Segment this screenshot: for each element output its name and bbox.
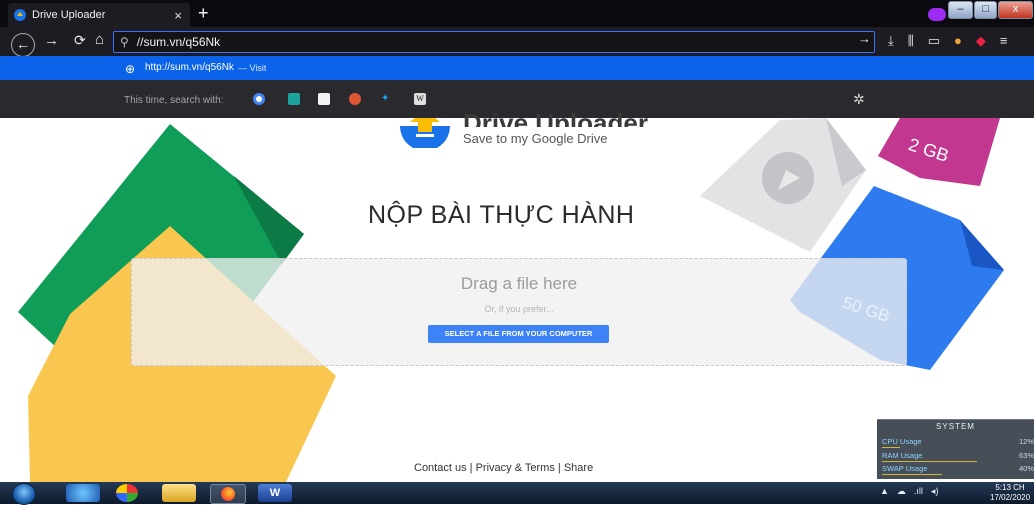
cpu-usage-bar [882, 447, 900, 448]
ram-usage-label: RAM Usage [882, 451, 923, 460]
network-icon[interactable]: ☁ [897, 486, 906, 497]
search-settings-gear-icon[interactable]: ✲ [853, 91, 865, 108]
suggestion-url[interactable]: http://sum.vn/q56Nk [145, 62, 234, 73]
tab-drive-uploader[interactable]: Drive Uploader × [8, 3, 190, 27]
twitter-icon[interactable]: ✦ [381, 93, 393, 105]
maximize-icon[interactable]: □ [974, 1, 998, 19]
signal-icon[interactable]: .ıll [914, 486, 923, 497]
footer-separator: | [469, 462, 473, 474]
tray-expand-icon[interactable]: ▲ [880, 486, 889, 497]
forward-icon[interactable]: → [44, 32, 59, 49]
swap-usage-value: 40% [1018, 464, 1034, 473]
share-link[interactable]: Share [564, 462, 593, 474]
ram-usage-bar [882, 461, 977, 462]
window-controls: – □ x [948, 1, 1034, 19]
download-icon[interactable]: ⤓ [888, 33, 894, 49]
drag-file-title: Drag a file here [460, 274, 578, 293]
select-file-button[interactable]: SELECT A FILE FROM YOUR COMPUTER [428, 325, 609, 343]
amazon-icon[interactable] [318, 93, 330, 105]
tab-close-icon[interactable]: × [174, 8, 182, 23]
swap-usage-label: SWAP Usage [882, 464, 928, 473]
brand-title: Drive Uploader [463, 113, 648, 127]
start-button-icon[interactable] [12, 483, 36, 505]
ie-icon[interactable] [66, 484, 100, 502]
swap-usage-row: SWAP Usage 40% [882, 464, 1034, 473]
url-text[interactable]: //sum.vn/q56Nk [137, 35, 220, 49]
page-footer: Contact us | Privacy & Terms | Share [414, 462, 593, 474]
brand-subtitle: Save to my Google Drive [463, 131, 608, 146]
firefox-taskbar-button[interactable] [210, 484, 246, 504]
contact-link[interactable]: Contact us [414, 462, 467, 474]
suggestion-visit: — Visit [238, 63, 267, 73]
taskbar-clock[interactable]: 5:13 CH 17/02/2020 [990, 483, 1030, 503]
clock-time: 5:13 CH [995, 483, 1025, 492]
word-icon[interactable]: W [258, 484, 292, 502]
go-arrow-icon[interactable]: → [858, 31, 871, 46]
footer-separator: | [557, 462, 561, 474]
minimize-icon[interactable]: – [948, 1, 974, 19]
tab-title: Drive Uploader [32, 9, 106, 21]
duckduckgo-icon[interactable] [349, 93, 361, 105]
cpu-usage-row: CPU Usage 12% [882, 437, 1034, 446]
search-icon: ⚲ [120, 35, 129, 49]
new-tab-button[interactable]: + [198, 3, 209, 23]
address-bar[interactable]: ⚲ //sum.vn/q56Nk [113, 31, 875, 53]
bing-icon[interactable] [288, 93, 300, 105]
wikipedia-icon[interactable]: W [414, 93, 426, 105]
cpu-usage-label: CPU Usage [882, 437, 922, 446]
cpu-usage-value: 12% [1018, 437, 1034, 446]
toolbar-icons: ⤓ ⫼ ▭ ● ◆ ≡ [888, 33, 1007, 49]
extension-icon[interactable]: ● [954, 33, 962, 49]
search-with-label: This time, search with: [124, 95, 224, 106]
ram-usage-row: RAM Usage 63% [882, 451, 1034, 460]
system-widget-title: SYSTEM [936, 422, 975, 431]
sidebar-icon[interactable]: ▭ [928, 33, 940, 49]
page-heading: NỘP BÀI THỰC HÀNH [368, 201, 635, 229]
drive-logo [398, 118, 452, 148]
back-button[interactable]: ← [11, 33, 35, 57]
system-tray: ▲ ☁ .ıll ◂) [880, 486, 938, 497]
google-icon[interactable] [253, 93, 265, 105]
drag-alternative-text: Or, if you prefer... [484, 304, 554, 314]
ram-usage-value: 63% [1018, 451, 1034, 460]
privacy-terms-link[interactable]: Privacy & Terms [476, 462, 555, 474]
firefox-icon [221, 487, 235, 501]
clock-date: 17/02/2020 [990, 493, 1031, 502]
addon-badge-icon[interactable]: ◆ [976, 33, 986, 49]
close-window-icon[interactable]: x [998, 1, 1033, 19]
volume-icon[interactable]: ◂) [931, 486, 939, 497]
drive-favicon-icon [14, 9, 26, 21]
library-icon[interactable]: ⫼ [908, 33, 914, 49]
private-browsing-icon [928, 8, 946, 21]
reload-icon[interactable]: ⟳ [74, 32, 86, 49]
explorer-icon[interactable] [162, 484, 196, 502]
swap-usage-bar [882, 474, 942, 475]
menu-icon[interactable]: ≡ [1000, 33, 1008, 49]
home-icon[interactable]: ⌂ [95, 31, 104, 48]
taskbar [0, 482, 1034, 504]
paint-icon[interactable] [116, 484, 138, 502]
globe-icon: ⊕ [125, 62, 136, 76]
